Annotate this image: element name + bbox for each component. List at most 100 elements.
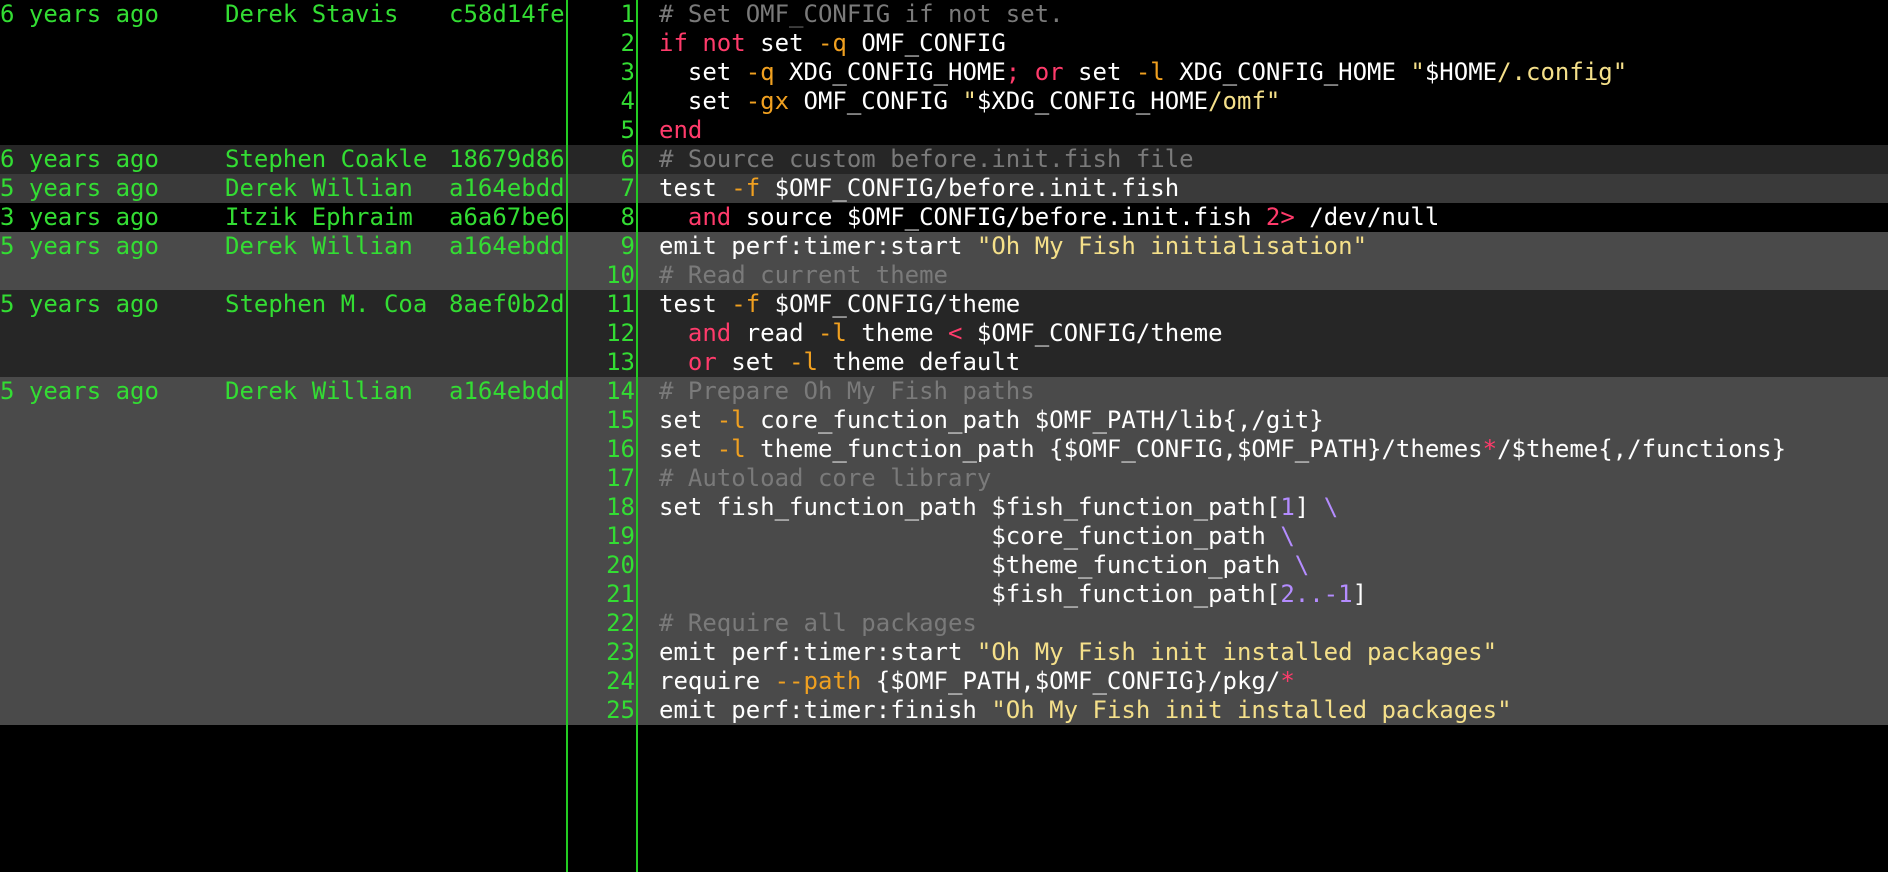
code-line[interactable]: 19 $core_function_path \: [567, 522, 1888, 551]
code-token: source $OMF_CONFIG/before.init.fish: [731, 203, 1266, 231]
code-token: <: [948, 319, 963, 347]
blame-author: Itzik Ephraim: [225, 203, 413, 231]
line-number: 8: [620, 203, 635, 231]
code-text: test -f $OMF_CONFIG/before.init.fish: [659, 174, 1179, 203]
line-number: 10: [606, 261, 635, 289]
code-line[interactable]: 1 # Set OMF_CONFIG if not set.: [567, 0, 1888, 29]
code-token: -l: [716, 406, 746, 434]
code-line[interactable]: 24 require --path {$OMF_PATH,$OMF_CONFIG}…: [567, 667, 1888, 696]
code-token: /dev/null: [1294, 203, 1440, 231]
code-line[interactable]: 25 emit perf:timer:finish "Oh My Fish ini…: [567, 696, 1888, 725]
blame-block[interactable]: 5 years ago Stephen M. Coa 8aef0b2d: [0, 290, 566, 377]
code-token: /.config": [1497, 58, 1628, 86]
code-token: theme default: [817, 348, 1021, 376]
code-line[interactable]: 21 $fish_function_path[2..-1]: [567, 580, 1888, 609]
code-token: -f: [731, 174, 761, 202]
blame-author: Stephen M. Coa: [225, 290, 428, 318]
code-line[interactable]: 15 set -l core_function_path $OMF_PATH/li…: [567, 406, 1888, 435]
code-token: $fish_function_path[: [659, 580, 1281, 608]
blame-date: 5 years ago: [0, 232, 159, 260]
code-token: set: [745, 29, 818, 57]
code-line[interactable]: 3 set -q XDG_CONFIG_HOME; or set -l XDG_…: [567, 58, 1888, 87]
code-line[interactable]: 2 if not set -q OMF_CONFIG: [567, 29, 1888, 58]
code-line[interactable]: 23 emit perf:timer:start "Oh My Fish init…: [567, 638, 1888, 667]
code-line[interactable]: 5 end: [567, 116, 1888, 145]
code-line[interactable]: 17 # Autoload core library: [567, 464, 1888, 493]
blame-commit-hash[interactable]: a164ebdd: [449, 232, 565, 261]
blame-commit-hash[interactable]: a164ebdd: [449, 377, 565, 406]
code-line[interactable]: 8 and source $OMF_CONFIG/before.init.fis…: [567, 203, 1888, 232]
blame-author: Derek Willian: [225, 232, 413, 260]
blame-commit-hash[interactable]: 18679d86: [449, 145, 565, 174]
code-text: or set -l theme default: [659, 348, 1020, 377]
blame-date: 5 years ago: [0, 377, 159, 405]
code-token: read: [731, 319, 818, 347]
code-token: emit perf:timer:start: [659, 232, 977, 260]
line-number: 15: [606, 406, 635, 434]
code-line[interactable]: 12 and read -l theme < $OMF_CONFIG/theme: [567, 319, 1888, 348]
code-token: ": [962, 87, 977, 115]
line-number: 6: [620, 145, 635, 173]
code-token: -q: [817, 29, 847, 57]
blame-block[interactable]: 5 years ago Derek Willian a164ebdd: [0, 377, 566, 725]
code-token: $theme_function_path: [659, 551, 1295, 579]
code-token: emit perf:timer:start: [659, 638, 977, 666]
blame-author: Derek Willian: [225, 377, 413, 405]
code-token: $core_function_path: [659, 522, 1281, 550]
code-line[interactable]: 11 test -f $OMF_CONFIG/theme: [567, 290, 1888, 319]
blame-block[interactable]: 5 years ago Derek Willian a164ebdd: [0, 232, 566, 290]
blame-date: 3 years ago: [0, 203, 159, 231]
line-number: 2: [620, 29, 635, 57]
code-line[interactable]: 18 set fish_function_path $fish_function_…: [567, 493, 1888, 522]
blame-block[interactable]: 6 years ago Derek Stavis c58d14fe: [0, 0, 566, 145]
code-token: theme_function_path {$OMF_CONFIG,$OMF_PA…: [745, 435, 1483, 463]
code-token: 2..-1: [1280, 580, 1353, 608]
code-token: core_function_path $OMF_PATH/lib{,/git}: [745, 406, 1324, 434]
blame-divider: [566, 0, 568, 872]
blame-commit-hash[interactable]: a164ebdd: [449, 174, 565, 203]
blame-commit-hash[interactable]: c58d14fe: [449, 0, 565, 29]
code-line[interactable]: 14 # Prepare Oh My Fish paths: [567, 377, 1888, 406]
code-token: -l: [716, 435, 746, 463]
code-text: emit perf:timer:start "Oh My Fish initia…: [659, 232, 1367, 261]
code-line[interactable]: 9 emit perf:timer:start "Oh My Fish initi…: [567, 232, 1888, 261]
line-number: 20: [606, 551, 635, 579]
blame-commit-hash[interactable]: 8aef0b2d: [449, 290, 565, 319]
code-line[interactable]: 7 test -f $OMF_CONFIG/before.init.fish: [567, 174, 1888, 203]
line-number: 17: [606, 464, 635, 492]
code-line[interactable]: 6 # Source custom before.init.fish file: [567, 145, 1888, 174]
code-token: # Prepare Oh My Fish paths: [659, 377, 1035, 405]
code-text: # Set OMF_CONFIG if not set.: [659, 0, 1064, 29]
code-line[interactable]: 10 # Read current theme: [567, 261, 1888, 290]
blame-block[interactable]: 3 years ago Itzik Ephraim a6a67be6: [0, 203, 566, 232]
code-token: *: [1482, 435, 1498, 463]
code-token: set: [659, 87, 746, 115]
code-line[interactable]: 22 # Require all packages: [567, 609, 1888, 638]
blame-block[interactable]: 6 years ago Stephen Coakle 18679d86: [0, 145, 566, 174]
code-token: "Oh My Fish init installed packages": [991, 696, 1512, 724]
blame-block[interactable]: 5 years ago Derek Willian a164ebdd: [0, 174, 566, 203]
code-token: ": [1410, 58, 1425, 86]
blame-date: 6 years ago: [0, 145, 159, 173]
code-token: # Read current theme: [659, 261, 948, 289]
code-token: set: [659, 435, 717, 463]
code-token: $XDG_CONFIG_HOME: [976, 87, 1209, 115]
blame-commit-hash[interactable]: a6a67be6: [449, 203, 565, 232]
code-token: end: [659, 116, 703, 144]
code-token: -l: [789, 348, 818, 376]
code-line[interactable]: 20 $theme_function_path \: [567, 551, 1888, 580]
code-token: test: [659, 174, 732, 202]
code-line[interactable]: 4 set -gx OMF_CONFIG "$XDG_CONFIG_HOME/o…: [567, 87, 1888, 116]
code-token: and: [687, 203, 732, 231]
code-text: end: [659, 116, 702, 145]
code-line[interactable]: 16 set -l theme_function_path {$OMF_CONFI…: [567, 435, 1888, 464]
code-text: require --path {$OMF_PATH,$OMF_CONFIG}/p…: [659, 667, 1295, 696]
code-token: ]: [1294, 493, 1324, 521]
code-line[interactable]: 13 or set -l theme default: [567, 348, 1888, 377]
code-token: 1: [1280, 493, 1295, 521]
line-number: 4: [620, 87, 635, 115]
code-token: test: [659, 290, 732, 318]
code-token: *: [1280, 667, 1295, 695]
